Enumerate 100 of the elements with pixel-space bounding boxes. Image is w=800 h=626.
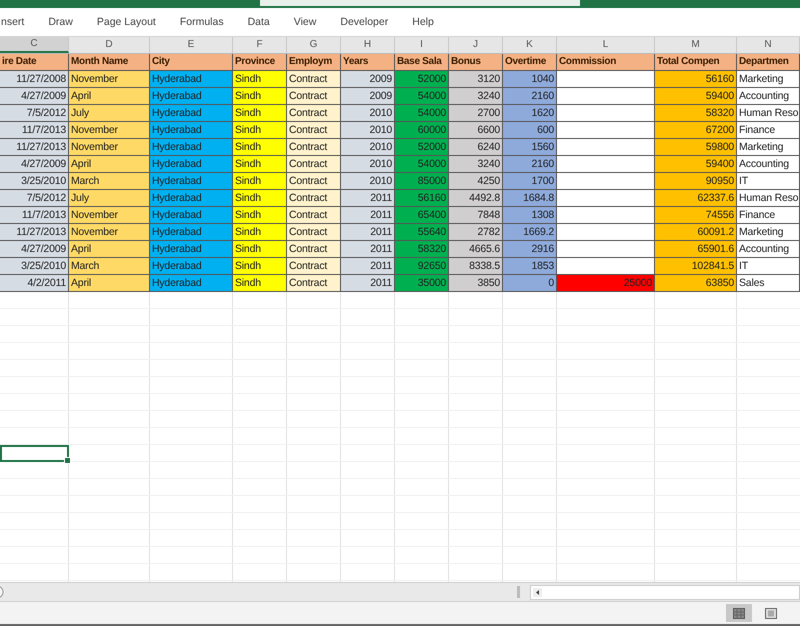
header-cell: Total Compen [655,54,737,71]
ribbon-tab[interactable]: Data [236,16,282,28]
fill-handle[interactable] [64,457,71,464]
column-header[interactable]: C [0,37,69,53]
scroll-left-icon[interactable] [533,588,542,596]
table-cell: 3240 [449,88,503,105]
table-cell: 58320 [655,105,737,122]
table-cell: 6600 [449,122,503,139]
ribbon-tab[interactable]: Developer [328,16,400,28]
table-cell: April [69,275,150,292]
table-cell: Hyderabad [150,139,233,156]
table-cell: Sindh [233,122,287,139]
column-header[interactable]: J [449,37,503,53]
table-cell: 60091.2 [655,224,737,241]
column-header[interactable]: M [655,37,737,53]
table-cell: November [69,224,150,241]
ribbon-tab[interactable]: nsert [0,16,36,28]
table-cell: 2009 [341,71,395,88]
table-cell: 2011 [341,207,395,224]
table-cell: Hyderabad [150,258,233,275]
table-cell: 2009 [341,88,395,105]
table-cell: Marketing [737,71,800,88]
table-cell: 25000 [557,275,655,292]
table-cell: 92650 [395,258,449,275]
horizontal-scrollbar[interactable] [530,584,800,600]
table-cell: Accounting [737,241,800,258]
table-cell: 90950 [655,173,737,190]
header-cell: City [150,54,233,71]
table-cell: Contract [287,156,341,173]
table-cell: Sindh [233,207,287,224]
table-cell: 54000 [395,105,449,122]
table-cell: 1669.2 [503,224,557,241]
ribbon-tab[interactable]: Formulas [168,16,236,28]
table-cell: 2011 [341,241,395,258]
table-cell: Sindh [233,71,287,88]
header-cell: Commission [557,54,655,71]
table-cell: Sindh [233,139,287,156]
selected-cell[interactable] [0,445,69,462]
table-cell: Hyderabad [150,275,233,292]
column-header[interactable]: N [737,37,800,53]
table-cell: Marketing [737,224,800,241]
table-cell: November [69,71,150,88]
table-cell: Contract [287,122,341,139]
table-cell: 74556 [655,207,737,224]
ribbon-tab[interactable]: View [282,16,328,28]
table-cell: 2010 [341,105,395,122]
table-cell: 6240 [449,139,503,156]
header-cell: Province [233,54,287,71]
table-cell: Contract [287,88,341,105]
table-cell: 3/25/2010 [0,173,69,190]
header-cell: Bonus [449,54,503,71]
ribbon-tab[interactable]: Draw [36,16,85,28]
column-header[interactable]: E [150,37,233,53]
table-cell: Sindh [233,156,287,173]
table-cell: 0 [503,275,557,292]
ribbon-tab[interactable]: Help [400,16,446,28]
table-cell: 58320 [395,241,449,258]
header-cell: Overtime [503,54,557,71]
column-header[interactable]: D [69,37,150,53]
table-cell: Sindh [233,88,287,105]
table-cell: 2916 [503,241,557,258]
table-cell: Sindh [233,258,287,275]
column-header[interactable]: L [557,37,655,53]
table-cell: 59400 [655,156,737,173]
column-header[interactable]: I [395,37,449,53]
column-header[interactable]: H [341,37,395,53]
table-cell: Contract [287,139,341,156]
view-button[interactable] [726,604,752,622]
grid-icon [733,608,745,618]
table-cell: March [69,258,150,275]
table-cell: Hyderabad [150,122,233,139]
split-handle[interactable] [517,586,520,598]
table-cell: 52000 [395,139,449,156]
table-cell: 3240 [449,156,503,173]
table-cell: Accounting [737,88,800,105]
table-cell: July [69,105,150,122]
table-cell: 3120 [449,71,503,88]
table-cell: April [69,88,150,105]
table-cell: Hyderabad [150,71,233,88]
table-cell: Sindh [233,105,287,122]
table-cell: 2782 [449,224,503,241]
table-cell: 4/27/2009 [0,241,69,258]
table-cell: 85000 [395,173,449,190]
column-header[interactable]: G [287,37,341,53]
table-cell: 59800 [655,139,737,156]
table-cell: 1620 [503,105,557,122]
table-cell: 1853 [503,258,557,275]
table-cell: 2011 [341,258,395,275]
table-cell: IT [737,173,800,190]
table-cell: April [69,241,150,258]
table-cell: 55640 [395,224,449,241]
table-cell: Contract [287,105,341,122]
header-cell: ire Date [0,54,69,71]
table-cell: 2010 [341,139,395,156]
table-cell: 2010 [341,156,395,173]
table-cell: 2011 [341,275,395,292]
ribbon-tab[interactable]: Page Layout [84,16,168,28]
column-header[interactable]: F [233,37,287,53]
column-header[interactable]: K [503,37,557,53]
table-cell: 7/5/2012 [0,190,69,207]
